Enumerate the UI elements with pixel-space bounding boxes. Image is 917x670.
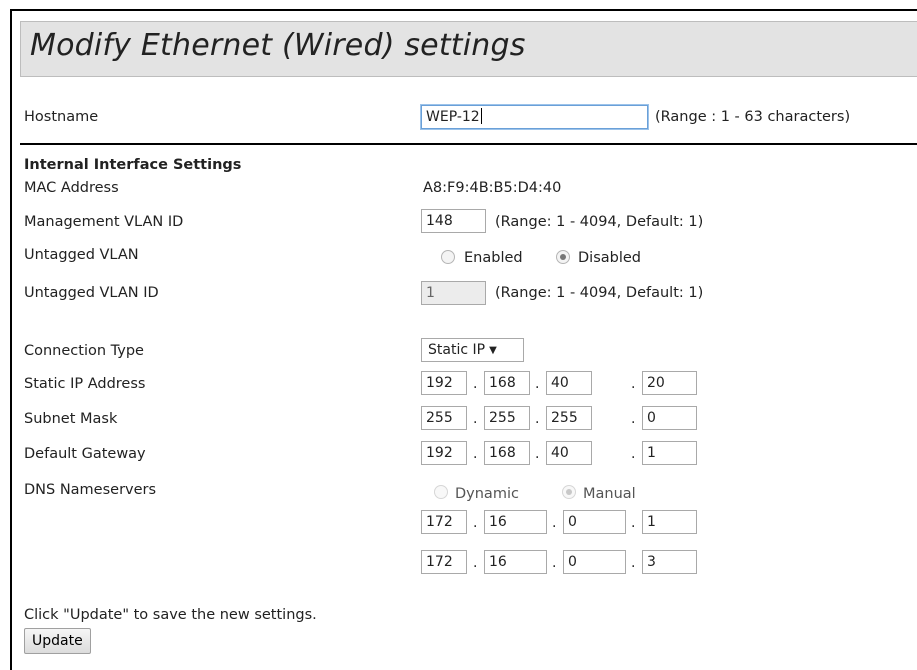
dns2-octet-4[interactable]: 3	[642, 550, 697, 574]
dropdown-arrow-icon: ▼	[489, 345, 497, 356]
update-hint-text: Click "Update" to save the new settings.	[24, 607, 317, 623]
untagged-vlan-id-label: Untagged VLAN ID	[24, 285, 159, 301]
octet-separator: .	[552, 555, 557, 571]
gateway-octet-2[interactable]: 168	[484, 441, 530, 465]
connection-type-value: Static IP	[428, 342, 486, 358]
octet-separator: .	[535, 411, 540, 427]
static-ip-octet-3[interactable]: 40	[546, 371, 592, 395]
subnet-mask-octet-2[interactable]: 255	[484, 406, 530, 430]
update-button[interactable]: Update	[24, 628, 91, 654]
octet-separator: .	[631, 376, 636, 392]
connection-type-select[interactable]: Static IP ▼	[421, 338, 524, 362]
dns-dynamic-radio[interactable]	[434, 485, 448, 499]
mac-address-label: MAC Address	[24, 180, 119, 196]
octet-separator: .	[473, 555, 478, 571]
untagged-vlan-enabled-label: Enabled	[464, 250, 523, 266]
static-ip-octet-2[interactable]: 168	[484, 371, 530, 395]
static-ip-octet-4[interactable]: 20	[642, 371, 697, 395]
octet-separator: .	[552, 515, 557, 531]
gateway-octet-1[interactable]: 192	[421, 441, 467, 465]
subnet-mask-octet-1[interactable]: 255	[421, 406, 467, 430]
hostname-range-hint: (Range : 1 - 63 characters)	[655, 109, 851, 125]
dns-nameservers-label: DNS Nameservers	[24, 482, 157, 498]
untagged-vlan-enabled-radio[interactable]	[441, 250, 455, 264]
octet-separator: .	[631, 515, 636, 531]
subnet-mask-octet-3[interactable]: 255	[546, 406, 592, 430]
octet-separator: .	[631, 555, 636, 571]
dns2-octet-2[interactable]: 16	[484, 550, 547, 574]
management-vlan-range-hint: (Range: 1 - 4094, Default: 1)	[495, 214, 704, 230]
untagged-vlan-id-input[interactable]: 1	[421, 281, 486, 305]
text-caret	[480, 108, 482, 124]
hostname-label: Hostname	[24, 109, 99, 125]
octet-separator: .	[631, 411, 636, 427]
subnet-mask-octet-4[interactable]: 0	[642, 406, 697, 430]
internal-interface-section-title: Internal Interface Settings	[24, 157, 242, 173]
dns1-octet-4[interactable]: 1	[642, 510, 697, 534]
octet-separator: .	[473, 515, 478, 531]
dns2-octet-1[interactable]: 172	[421, 550, 467, 574]
static-ip-octet-1[interactable]: 192	[421, 371, 467, 395]
dns1-octet-2[interactable]: 16	[484, 510, 547, 534]
dns1-octet-3[interactable]: 0	[563, 510, 626, 534]
dns-dynamic-label: Dynamic	[455, 486, 519, 502]
dns-manual-radio[interactable]	[562, 485, 576, 499]
dns-manual-label: Manual	[583, 486, 636, 502]
untagged-vlan-id-range-hint: (Range: 1 - 4094, Default: 1)	[495, 285, 704, 301]
management-vlan-label: Management VLAN ID	[24, 214, 184, 230]
octet-separator: .	[631, 446, 636, 462]
management-vlan-input[interactable]: 148	[421, 209, 486, 233]
gateway-octet-3[interactable]: 40	[546, 441, 592, 465]
octet-separator: .	[473, 376, 478, 392]
octet-separator: .	[535, 446, 540, 462]
octet-separator: .	[535, 376, 540, 392]
dns1-octet-1[interactable]: 172	[421, 510, 467, 534]
page-title: Modify Ethernet (Wired) settings	[30, 28, 526, 63]
dns2-octet-3[interactable]: 0	[563, 550, 626, 574]
gateway-octet-4[interactable]: 1	[642, 441, 697, 465]
mac-address-value: A8:F9:4B:B5:D4:40	[423, 180, 562, 196]
connection-type-label: Connection Type	[24, 343, 144, 359]
static-ip-label: Static IP Address	[24, 376, 146, 392]
default-gateway-label: Default Gateway	[24, 446, 146, 462]
untagged-vlan-disabled-label: Disabled	[578, 250, 641, 266]
subnet-mask-label: Subnet Mask	[24, 411, 118, 427]
octet-separator: .	[473, 411, 478, 427]
octet-separator: .	[473, 446, 478, 462]
title-bar: Modify Ethernet (Wired) settings	[20, 21, 917, 77]
untagged-vlan-label: Untagged VLAN	[24, 247, 139, 263]
hostname-input[interactable]: WEP-12	[421, 105, 648, 129]
untagged-vlan-disabled-radio[interactable]	[556, 250, 570, 264]
section-divider	[20, 143, 917, 145]
